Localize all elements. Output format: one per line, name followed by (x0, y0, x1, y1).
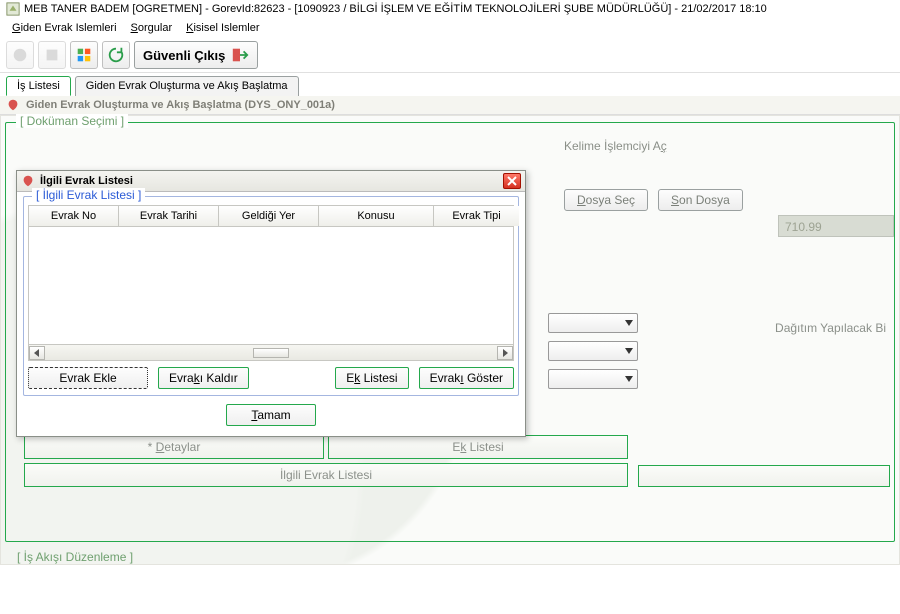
right-long-button[interactable] (638, 465, 890, 487)
evraki-kaldir-button[interactable]: Evrakı Kaldır (158, 367, 249, 389)
tab-giden-evrak[interactable]: Giden Evrak Oluşturma ve Akış Başlatma (75, 76, 299, 96)
tab-is-listesi[interactable]: İş Listesi (6, 76, 71, 96)
evraki-goster-button[interactable]: Evrakı Göster (419, 367, 514, 389)
menubar: Giden Evrak Islemleri Sorgular Kisisel I… (0, 18, 900, 38)
detaylar-button[interactable]: * Detaylar (24, 435, 324, 459)
readonly-code: 710.99 (778, 215, 894, 237)
horizontal-scrollbar[interactable] (28, 345, 514, 361)
exit-icon (231, 46, 249, 64)
tab-strip: İş Listesi Giden Evrak Oluşturma ve Akış… (0, 73, 900, 96)
dialog-close-button[interactable] (503, 173, 521, 189)
table-body-empty (28, 227, 514, 345)
combo-1[interactable] (548, 313, 638, 333)
window-title: MEB TANER BADEM [OGRETMEN] - GorevId:826… (24, 3, 767, 15)
safe-exit-label: Güvenli Çıkış (143, 48, 225, 63)
toolbar-btn-refresh[interactable] (102, 41, 130, 69)
distribution-combos (548, 313, 638, 389)
menu-sorgular[interactable]: Sorgular (125, 20, 179, 36)
dialog-group-title: [ İlgili Evrak Listesi ] (32, 188, 145, 202)
col-evrak-tipi[interactable]: Evrak Tipi (434, 206, 519, 226)
dialog-icon (21, 174, 35, 188)
close-icon (507, 176, 517, 186)
col-geldigi-yer[interactable]: Geldiği Yer (219, 206, 319, 226)
toolbar-btn-1[interactable] (6, 41, 34, 69)
app-icon (6, 2, 20, 16)
dialog-title-text: İlgili Evrak Listesi (40, 175, 133, 187)
group-title-akis: [ İş Akışı Düzenleme ] (17, 550, 899, 564)
scroll-right-arrow[interactable] (497, 346, 513, 360)
ek-listesi-button[interactable]: Ek Listesi (328, 435, 628, 459)
scroll-thumb[interactable] (253, 348, 289, 358)
distribution-label: Dağıtım Yapılacak Bi (775, 321, 886, 335)
ek-listesi-dialog-button[interactable]: Ek Listesi (335, 367, 408, 389)
menu-kisisel[interactable]: Kisisel Islemler (180, 20, 265, 36)
ilgili-evrak-listesi-button[interactable]: İlgili Evrak Listesi (24, 463, 628, 487)
toolbar: Güvenli Çıkış (0, 38, 900, 73)
evrak-ekle-button[interactable]: Evrak Ekle (28, 367, 148, 389)
ilgili-evrak-dialog: İlgili Evrak Listesi [ İlgili Evrak List… (16, 170, 526, 437)
right-panel: Kelime İşlemciyi Aç Dosya Seç Son Dosya … (564, 137, 894, 241)
bottom-buttons: * Detaylar Ek Listesi İlgili Evrak Liste… (24, 435, 628, 487)
toolbar-btn-colors[interactable] (70, 41, 98, 69)
group-title-dokuman: [ Doküman Seçimi ] (16, 114, 128, 128)
scroll-left-arrow[interactable] (29, 346, 45, 360)
dialog-button-row-1: Evrak Ekle Evrakı Kaldır Ek Listesi Evra… (28, 367, 514, 389)
dosya-sec-button[interactable]: Dosya Seç (564, 189, 648, 211)
section-title: Giden Evrak Oluşturma ve Akış Başlatma (… (26, 99, 335, 111)
window-titlebar: MEB TANER BADEM [OGRETMEN] - GorevId:826… (0, 0, 900, 18)
son-dosya-button[interactable]: Son Dosya (658, 189, 743, 211)
tamam-button[interactable]: Tamam (226, 404, 316, 426)
safe-exit-button[interactable]: Güvenli Çıkış (134, 41, 258, 69)
combo-3[interactable] (548, 369, 638, 389)
dialog-inner-group: [ İlgili Evrak Listesi ] Evrak No Evrak … (23, 196, 519, 396)
col-evrak-no[interactable]: Evrak No (29, 206, 119, 226)
col-konusu[interactable]: Konusu (319, 206, 434, 226)
menu-giden-evrak[interactable]: Giden Evrak Islemleri (6, 20, 123, 36)
section-header: Giden Evrak Oluşturma ve Akış Başlatma (… (0, 96, 900, 115)
toolbar-btn-2[interactable] (38, 41, 66, 69)
table-header: Evrak No Evrak Tarihi Geldiği Yer Konusu… (28, 205, 514, 227)
col-evrak-tarihi[interactable]: Evrak Tarihi (119, 206, 219, 226)
scroll-track[interactable] (45, 348, 497, 358)
link-kelime-islemci[interactable]: Kelime İşlemciyi Aç (564, 137, 667, 155)
dialog-body: [ İlgili Evrak Listesi ] Evrak No Evrak … (17, 192, 525, 436)
combo-2[interactable] (548, 341, 638, 361)
section-icon (6, 98, 20, 112)
